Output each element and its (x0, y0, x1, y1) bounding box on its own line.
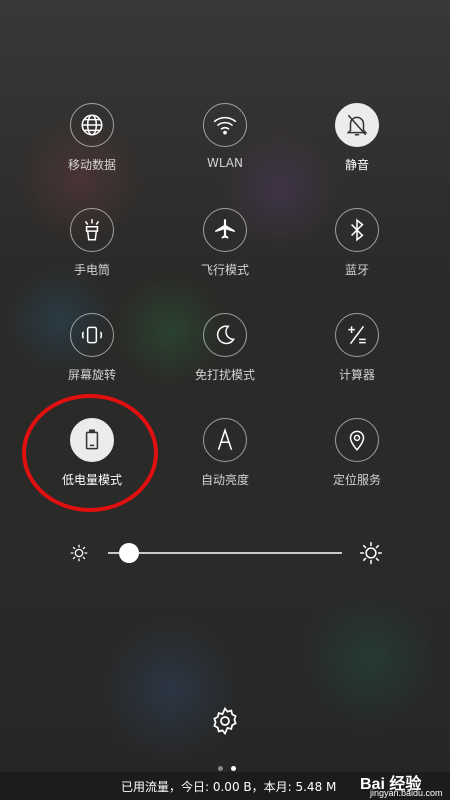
tile-airplane-mode[interactable]: 飞行模式 (170, 208, 280, 278)
settings-gear-icon[interactable] (210, 706, 240, 736)
tile-label: 自动亮度 (200, 473, 249, 487)
highlight-ring (22, 394, 158, 512)
tile-label: 静音 (344, 158, 369, 172)
flashlight-icon (70, 208, 114, 252)
tile-label: 移动数据 (67, 158, 116, 172)
data-usage-text: 已用流量，今日: 0.00 B，本月: 5.48 M (121, 780, 337, 794)
tile-label: WLAN (206, 156, 243, 170)
page-dot-active (231, 766, 236, 771)
wifi-icon (203, 103, 247, 147)
calculator-icon (335, 313, 379, 357)
location-icon (335, 418, 379, 462)
tile-auto-brightness[interactable]: 自动亮度 (170, 418, 280, 488)
brightness-high-icon (360, 542, 382, 564)
tile-label: 屏幕旋转 (67, 368, 116, 382)
tile-do-not-disturb[interactable]: 免打扰模式 (170, 313, 280, 383)
tile-wlan[interactable]: WLAN (170, 103, 280, 170)
tile-bluetooth[interactable]: 蓝牙 (302, 208, 412, 278)
page-dot (218, 766, 223, 771)
tile-mobile-data[interactable]: 移动数据 (37, 103, 147, 173)
tile-silent[interactable]: 静音 (302, 103, 412, 173)
moon-icon (203, 313, 247, 357)
tile-flashlight[interactable]: 手电筒 (37, 208, 147, 278)
watermark-site: jingyan.baidu.com (370, 788, 443, 798)
brightness-low-icon (70, 544, 88, 562)
auto-brightness-icon (203, 418, 247, 462)
baidu-jingyan-watermark: Bai 经验 jingyan.baidu.com (360, 770, 450, 800)
tile-calculator[interactable]: 计算器 (302, 313, 412, 383)
tile-label: 计算器 (338, 368, 375, 382)
tile-label: 蓝牙 (344, 263, 369, 277)
brightness-track[interactable] (108, 552, 342, 554)
tile-screen-rotation[interactable]: 屏幕旋转 (37, 313, 147, 383)
tile-label: 定位服务 (332, 473, 381, 487)
tile-label: 手电筒 (73, 263, 110, 277)
tile-label: 免打扰模式 (194, 368, 255, 382)
airplane-icon (203, 208, 247, 252)
globe-icon (70, 103, 114, 147)
bluetooth-icon (335, 208, 379, 252)
tile-location-service[interactable]: 定位服务 (302, 418, 412, 488)
bell-off-icon (335, 103, 379, 147)
brightness-slider[interactable] (60, 536, 390, 572)
tile-label: 飞行模式 (200, 263, 249, 277)
brightness-thumb[interactable] (119, 543, 140, 563)
rotate-icon (70, 313, 114, 357)
